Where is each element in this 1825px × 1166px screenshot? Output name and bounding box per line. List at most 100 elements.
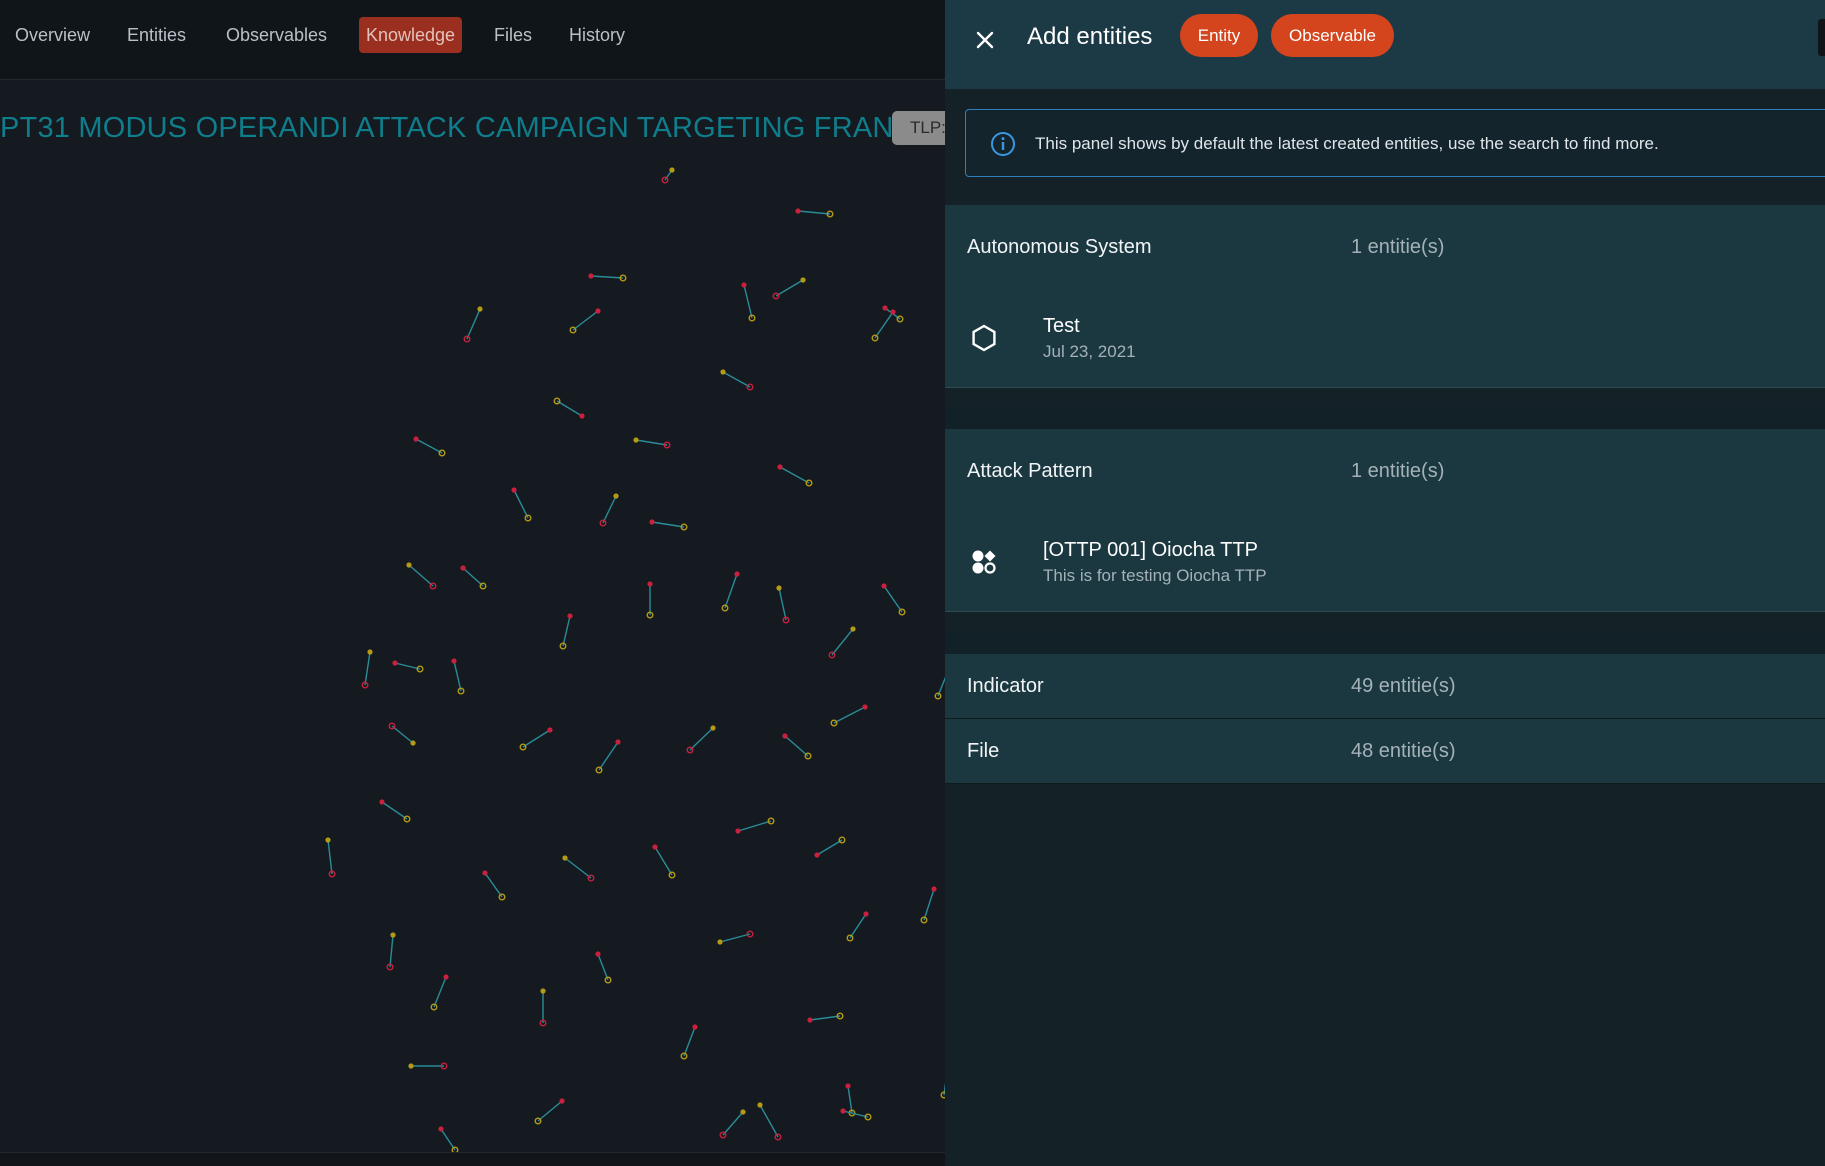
entity-row-oiocha-ttp[interactable]: [OTTP 001] Oiocha TTP This is for testin…: [945, 514, 1825, 612]
graph-node[interactable]: [741, 282, 747, 288]
graph-node[interactable]: [443, 974, 449, 980]
graph-node[interactable]: [881, 583, 887, 589]
graph-node[interactable]: [735, 828, 741, 834]
graph-edge[interactable]: [564, 857, 592, 879]
graph-node[interactable]: [408, 1063, 414, 1069]
graph-node[interactable]: [613, 493, 619, 499]
graph-edge[interactable]: [883, 585, 903, 613]
graph-edge[interactable]: [778, 587, 787, 621]
graph-edge[interactable]: [433, 976, 447, 1008]
graph-node[interactable]: [392, 660, 398, 666]
tab-entities[interactable]: Entities: [120, 17, 193, 53]
graph-edge[interactable]: [784, 735, 809, 757]
graph-edge[interactable]: [453, 660, 462, 692]
entity-row-test[interactable]: Test Jul 23, 2021: [945, 290, 1825, 388]
graph-node[interactable]: [669, 167, 675, 173]
graph-node[interactable]: [795, 208, 801, 214]
graph-node[interactable]: [800, 277, 806, 283]
graph-node[interactable]: [482, 870, 488, 876]
graph-node[interactable]: [840, 1108, 846, 1114]
graph-edge[interactable]: [537, 1100, 563, 1122]
tab-observables[interactable]: Observables: [219, 17, 334, 53]
graph-edge[interactable]: [797, 210, 831, 215]
graph-node[interactable]: [595, 951, 601, 957]
graph-node[interactable]: [595, 308, 601, 314]
graph-node[interactable]: [734, 571, 740, 577]
graph-node[interactable]: [562, 855, 568, 861]
graph-node[interactable]: [882, 305, 888, 311]
graph-node[interactable]: [410, 740, 416, 746]
graph-node[interactable]: [814, 852, 820, 858]
graph-node[interactable]: [406, 562, 412, 568]
graph-edge[interactable]: [389, 934, 394, 968]
graph-node[interactable]: [540, 988, 546, 994]
graph-edge[interactable]: [556, 400, 583, 417]
graph-node[interactable]: [863, 911, 869, 917]
tab-files[interactable]: Files: [487, 17, 539, 53]
graph-node[interactable]: [559, 1098, 565, 1104]
graph-node[interactable]: [511, 487, 517, 493]
graph-node[interactable]: [850, 626, 856, 632]
graph-edge[interactable]: [513, 489, 529, 519]
graph-node[interactable]: [649, 519, 655, 525]
graph-edge[interactable]: [654, 846, 673, 876]
close-button[interactable]: [967, 22, 1003, 58]
graph-edge[interactable]: [408, 564, 434, 587]
graph-node[interactable]: [547, 727, 553, 733]
graph-edge[interactable]: [635, 439, 668, 446]
group-header-autonomous-system[interactable]: Autonomous System 1 entitie(s): [945, 205, 1825, 290]
search-field-edge[interactable]: [1818, 19, 1825, 56]
graph-node[interactable]: [633, 437, 639, 443]
graph-node[interactable]: [413, 436, 419, 442]
graph-edge[interactable]: [849, 913, 867, 939]
graph-edge[interactable]: [689, 727, 714, 751]
graph-edge[interactable]: [831, 628, 854, 656]
graph-node[interactable]: [720, 369, 726, 375]
graph-node[interactable]: [647, 581, 653, 587]
graph-edge[interactable]: [874, 311, 894, 339]
graph-edge[interactable]: [590, 275, 624, 279]
graph-edge[interactable]: [562, 615, 571, 647]
graph-edge[interactable]: [391, 725, 414, 744]
graph-edge[interactable]: [842, 1110, 869, 1118]
graph-edge[interactable]: [462, 567, 484, 587]
graph-edge[interactable]: [816, 839, 843, 856]
graph-node[interactable]: [740, 1109, 746, 1115]
graph-node[interactable]: [652, 844, 658, 850]
group-header-indicator[interactable]: Indicator 49 entitie(s): [945, 654, 1825, 718]
tab-knowledge[interactable]: Knowledge: [359, 17, 463, 53]
graph-edge[interactable]: [724, 573, 738, 609]
graph-node[interactable]: [460, 565, 466, 571]
graph-node[interactable]: [438, 1126, 444, 1132]
graph-edge[interactable]: [522, 729, 551, 748]
entity-filter-button[interactable]: Entity: [1180, 14, 1258, 57]
graph-edge[interactable]: [415, 438, 443, 454]
knowledge-graph[interactable]: [0, 150, 945, 1166]
graph-node[interactable]: [692, 1024, 698, 1030]
graph-node[interactable]: [776, 585, 782, 591]
graph-node[interactable]: [862, 704, 868, 710]
graph-node[interactable]: [451, 658, 457, 664]
graph-node[interactable]: [615, 739, 621, 745]
graph-node[interactable]: [379, 799, 385, 805]
graph-edge[interactable]: [651, 521, 685, 528]
graph-node[interactable]: [390, 932, 396, 938]
graph-node[interactable]: [717, 939, 723, 945]
graph-edge[interactable]: [394, 662, 421, 670]
graph-edge[interactable]: [683, 1026, 696, 1057]
graph-edge[interactable]: [719, 933, 751, 943]
graph-edge[interactable]: [743, 284, 753, 319]
observable-filter-button[interactable]: Observable: [1271, 14, 1394, 57]
graph-edge[interactable]: [833, 706, 866, 724]
graph-node[interactable]: [579, 413, 585, 419]
graph-node[interactable]: [757, 1102, 763, 1108]
group-header-attack-pattern[interactable]: Attack Pattern 1 entitie(s): [945, 429, 1825, 514]
graph-node[interactable]: [325, 837, 331, 843]
graph-edge[interactable]: [737, 820, 772, 832]
graph-edge[interactable]: [597, 953, 609, 981]
graph-edge[interactable]: [466, 308, 481, 340]
graph-edge[interactable]: [809, 1015, 841, 1021]
graph-edge[interactable]: [602, 495, 617, 524]
graph-node[interactable]: [782, 733, 788, 739]
graph-node[interactable]: [477, 306, 483, 312]
